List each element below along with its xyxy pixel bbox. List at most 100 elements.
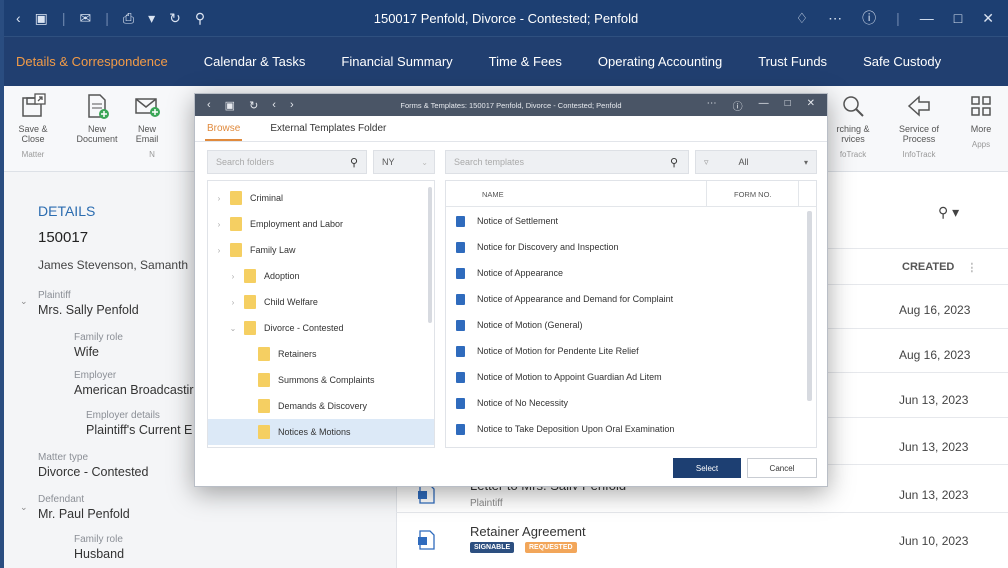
client-name: James Stevenson, Samanth [38,258,189,272]
signable-badge: SIGNABLE [470,542,515,553]
folder-item-child-welfare[interactable]: › Child Welfare [208,289,434,315]
word-document-icon [456,423,465,435]
more-icon[interactable]: ⋯ [828,10,842,27]
word-document-icon [456,371,465,383]
search-folders-input[interactable]: Search folders ⚲ [207,150,367,174]
column-header-created[interactable]: CREATED ⋮ [882,250,1008,284]
chevron-right-icon[interactable]: › [214,194,224,203]
tab-operating-accounting[interactable]: Operating Accounting [598,54,722,69]
new-document-label: New Document [76,124,118,144]
word-document-icon [456,267,465,279]
folder-item-retainers[interactable]: Retainers [208,341,434,367]
search-icon[interactable]: ⚲ [350,156,358,169]
template-row[interactable]: Notice of Appearance and Demand for Comp… [446,286,804,312]
matter-type-label: Matter type [38,452,89,463]
chevron-right-icon[interactable]: › [228,298,238,307]
tab-external-templates[interactable]: External Templates Folder [270,123,386,134]
search-icon[interactable]: ⚲ ▾ [938,204,959,221]
new-document-button[interactable]: New Document [76,92,118,144]
folder-item-summons[interactable]: Summons & Complaints [208,367,434,393]
tab-time-fees[interactable]: Time & Fees [489,54,562,69]
state-select[interactable]: NY ⌄ [373,150,435,174]
folder-item-notices-motions[interactable]: Notices & Motions [208,419,434,445]
save-close-label: Save & Close [18,124,48,144]
save-close-button[interactable]: Save & Close [12,92,54,144]
template-row[interactable]: Notice of Appearance [446,260,804,286]
chevron-down-icon[interactable]: ⌄ [228,324,238,333]
filter-icon: ▿ [704,156,709,167]
family-role-value: Wife [74,345,99,359]
folder-icon [244,269,256,283]
filter-select[interactable]: ▿ All ▾ [695,150,817,174]
template-name: Notice to Take Deposition Upon Oral Exam… [477,424,675,434]
tab-calendar-tasks[interactable]: Calendar & Tasks [204,54,306,69]
chevron-down-icon[interactable]: ⌄ [20,296,28,307]
template-row[interactable]: Notice for Discovery and Inspection [446,234,804,260]
search-doc-icon[interactable]: ⚲ [195,10,205,27]
search-templates-input[interactable]: Search templates ⚲ [445,150,689,174]
template-row[interactable]: Notice of No Necessity [446,390,804,416]
chevron-down-icon[interactable]: ⌄ [20,502,28,513]
chevron-right-icon[interactable]: › [214,246,224,255]
refresh-icon[interactable]: ↻ [169,10,181,27]
folder-icon [230,191,242,205]
minimize-icon[interactable]: — [920,10,934,26]
column-header-form-no[interactable]: FORM NO. [734,190,772,199]
tab-financial-summary[interactable]: Financial Summary [341,54,452,69]
template-row[interactable]: Notice of Settlement [446,208,804,234]
close-icon[interactable]: ✕ [982,10,994,27]
employer-details-value: Plaintiff's Current E [86,423,193,437]
defendant-family-role-value: Husband [74,547,125,561]
folder-item-family-law[interactable]: › Family Law [208,237,434,263]
defendant-family-role-label: Family role [74,534,123,545]
folder-icon [258,399,270,413]
folder-item-demands[interactable]: Demands & Discovery [208,393,434,419]
service-of-process-button[interactable]: Service of Process InfoTrack [892,92,946,160]
template-row[interactable]: Notice of Motion to Appoint Guardian Ad … [446,364,804,390]
save-icon [22,93,46,117]
template-row[interactable]: Notice of Motion (General) [446,312,804,338]
tab-browse[interactable]: Browse [204,123,243,141]
template-name: Notice for Discovery and Inspection [477,242,619,252]
template-name: Notice of Settlement [477,216,559,226]
folder-icon[interactable]: ▣ [35,10,48,27]
select-button[interactable]: Select [673,458,741,478]
matter-type-field: Matter type Divorce - Contested [38,452,148,479]
print-icon[interactable]: ⎙ [123,10,134,27]
mail-icon[interactable]: ✉ [80,10,92,27]
service-of-process-label: Service of Process [898,124,940,144]
matter-number: 150017 [38,229,89,246]
maximize-icon[interactable]: □ [954,10,962,26]
more-label: More [970,124,992,134]
help-icon[interactable]: ⓘ [862,8,876,28]
back-icon[interactable]: ‹ [16,10,21,26]
search-icon[interactable]: ⚲ [670,156,678,169]
cancel-button[interactable]: Cancel [747,458,817,478]
template-row[interactable]: Notice to Take Deposition Upon Oral Exam… [446,416,804,442]
template-name: Notice of Motion to Appoint Guardian Ad … [477,372,662,382]
chevron-right-icon[interactable]: › [214,220,224,229]
infotrack-label-1: foTrack [839,150,867,159]
chevron-right-icon[interactable]: › [228,272,238,281]
searching-services-button[interactable]: rching & rvices foTrack [828,92,878,160]
more-apps-button[interactable]: More Apps [960,92,1002,160]
document-title[interactable]: Retainer Agreement [470,524,586,539]
requested-badge: REQUESTED [525,542,577,553]
tab-trust-funds[interactable]: Trust Funds [758,54,827,69]
template-row[interactable]: Notice of Motion for Pendente Lite Relie… [446,338,804,364]
templates-scrollbar[interactable] [807,211,812,401]
folder-item-employment[interactable]: › Employment and Labor [208,211,434,237]
templates-header: NAME FORM NO. [446,181,816,207]
column-resize-icon[interactable]: ⋮ [966,261,977,274]
bell-icon[interactable]: ♢ [796,10,809,27]
dropdown-icon[interactable]: ▾ [148,10,155,27]
folder-item-criminal[interactable]: › Criminal [208,185,434,211]
tab-details-correspondence[interactable]: Details & Correspondence [16,54,168,69]
folder-item-divorce-contested[interactable]: ⌄ Divorce - Contested [208,315,434,341]
tab-safe-custody[interactable]: Safe Custody [863,54,941,69]
folder-item-adoption[interactable]: › Adoption [208,263,434,289]
folder-scrollbar[interactable] [428,187,432,323]
new-email-button[interactable]: New Email [126,92,168,144]
column-header-name[interactable]: NAME [482,190,504,199]
created-date: Jun 10, 2023 [899,534,969,548]
